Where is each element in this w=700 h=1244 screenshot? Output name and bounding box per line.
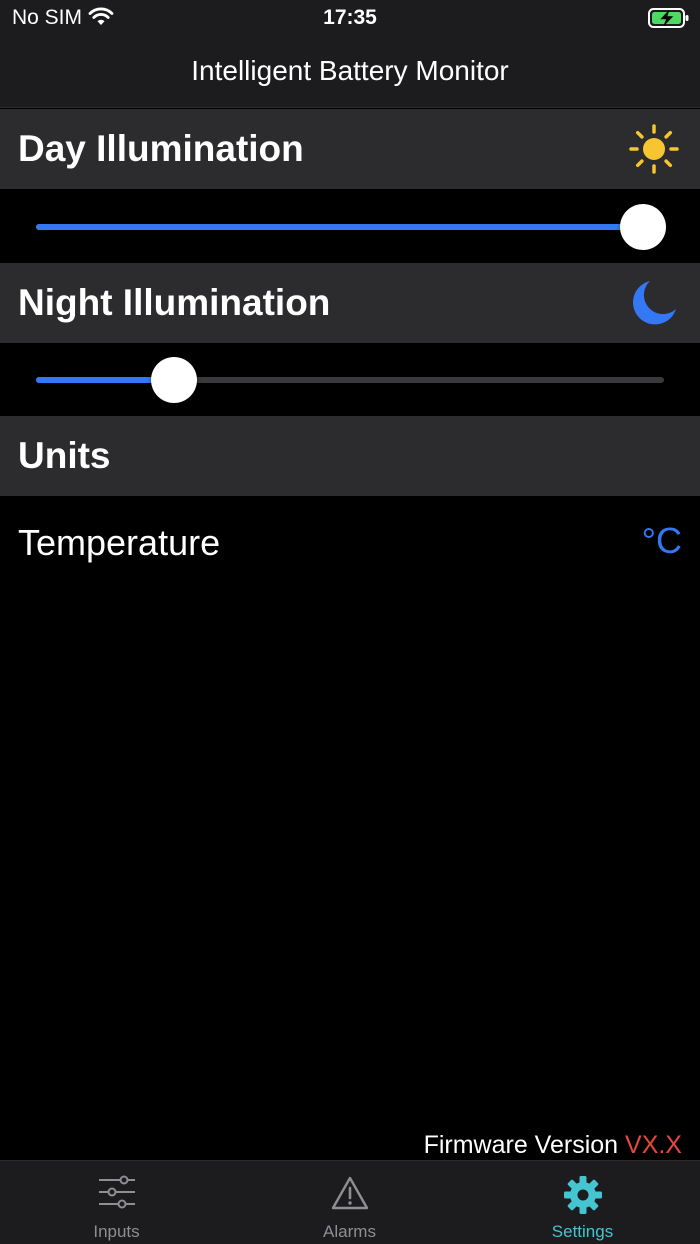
tab-bar: Inputs Alarms Settings [0, 1160, 700, 1244]
firmware-version-value: VX.X [625, 1131, 682, 1159]
night-illumination-header: Night Illumination [0, 263, 700, 343]
tab-inputs[interactable]: Inputs [0, 1161, 233, 1244]
night-illumination-slider[interactable] [36, 357, 664, 403]
units-title: Units [18, 435, 111, 476]
tab-alarms[interactable]: Alarms [233, 1161, 466, 1244]
gear-icon [466, 1175, 699, 1215]
navigation-bar: Intelligent Battery Monitor [0, 36, 700, 108]
day-illumination-slider-thumb[interactable] [620, 204, 666, 250]
night-illumination-slider-thumb[interactable] [151, 357, 197, 403]
day-illumination-slider[interactable] [36, 204, 666, 250]
day-illumination-title: Day Illumination [18, 128, 304, 169]
day-illumination-header: Day Illumination [0, 109, 700, 189]
tab-settings[interactable]: Settings [466, 1161, 699, 1244]
status-clock: 17:35 [323, 6, 377, 29]
page-title: Intelligent Battery Monitor [191, 55, 509, 86]
units-header: Units [0, 416, 700, 496]
temperature-unit-value[interactable]: °C [642, 520, 682, 562]
tab-inputs-label: Inputs [93, 1222, 140, 1241]
firmware-version-label: Firmware Version [423, 1131, 626, 1159]
temperature-unit-row[interactable]: Temperature °C [0, 496, 700, 588]
day-illumination-slider-row [0, 189, 700, 263]
sun-icon [628, 123, 680, 180]
day-illumination-slider-fill [36, 224, 664, 230]
screen: No SIM 17:35 Intelligent Battery Monitor… [0, 0, 700, 1244]
tab-settings-label: Settings [551, 1222, 614, 1241]
moon-icon [628, 277, 680, 334]
battery-charging-icon [648, 7, 690, 34]
temperature-label: Temperature [18, 522, 221, 563]
status-bar: No SIM 17:35 [0, 0, 700, 36]
sliders-icon [0, 1175, 233, 1209]
warning-icon [233, 1175, 466, 1211]
firmware-version: Firmware Version VX.X [424, 1131, 682, 1160]
night-illumination-title: Night Illumination [18, 282, 331, 323]
tab-alarms-label: Alarms [323, 1222, 376, 1241]
night-illumination-slider-row [0, 343, 700, 416]
